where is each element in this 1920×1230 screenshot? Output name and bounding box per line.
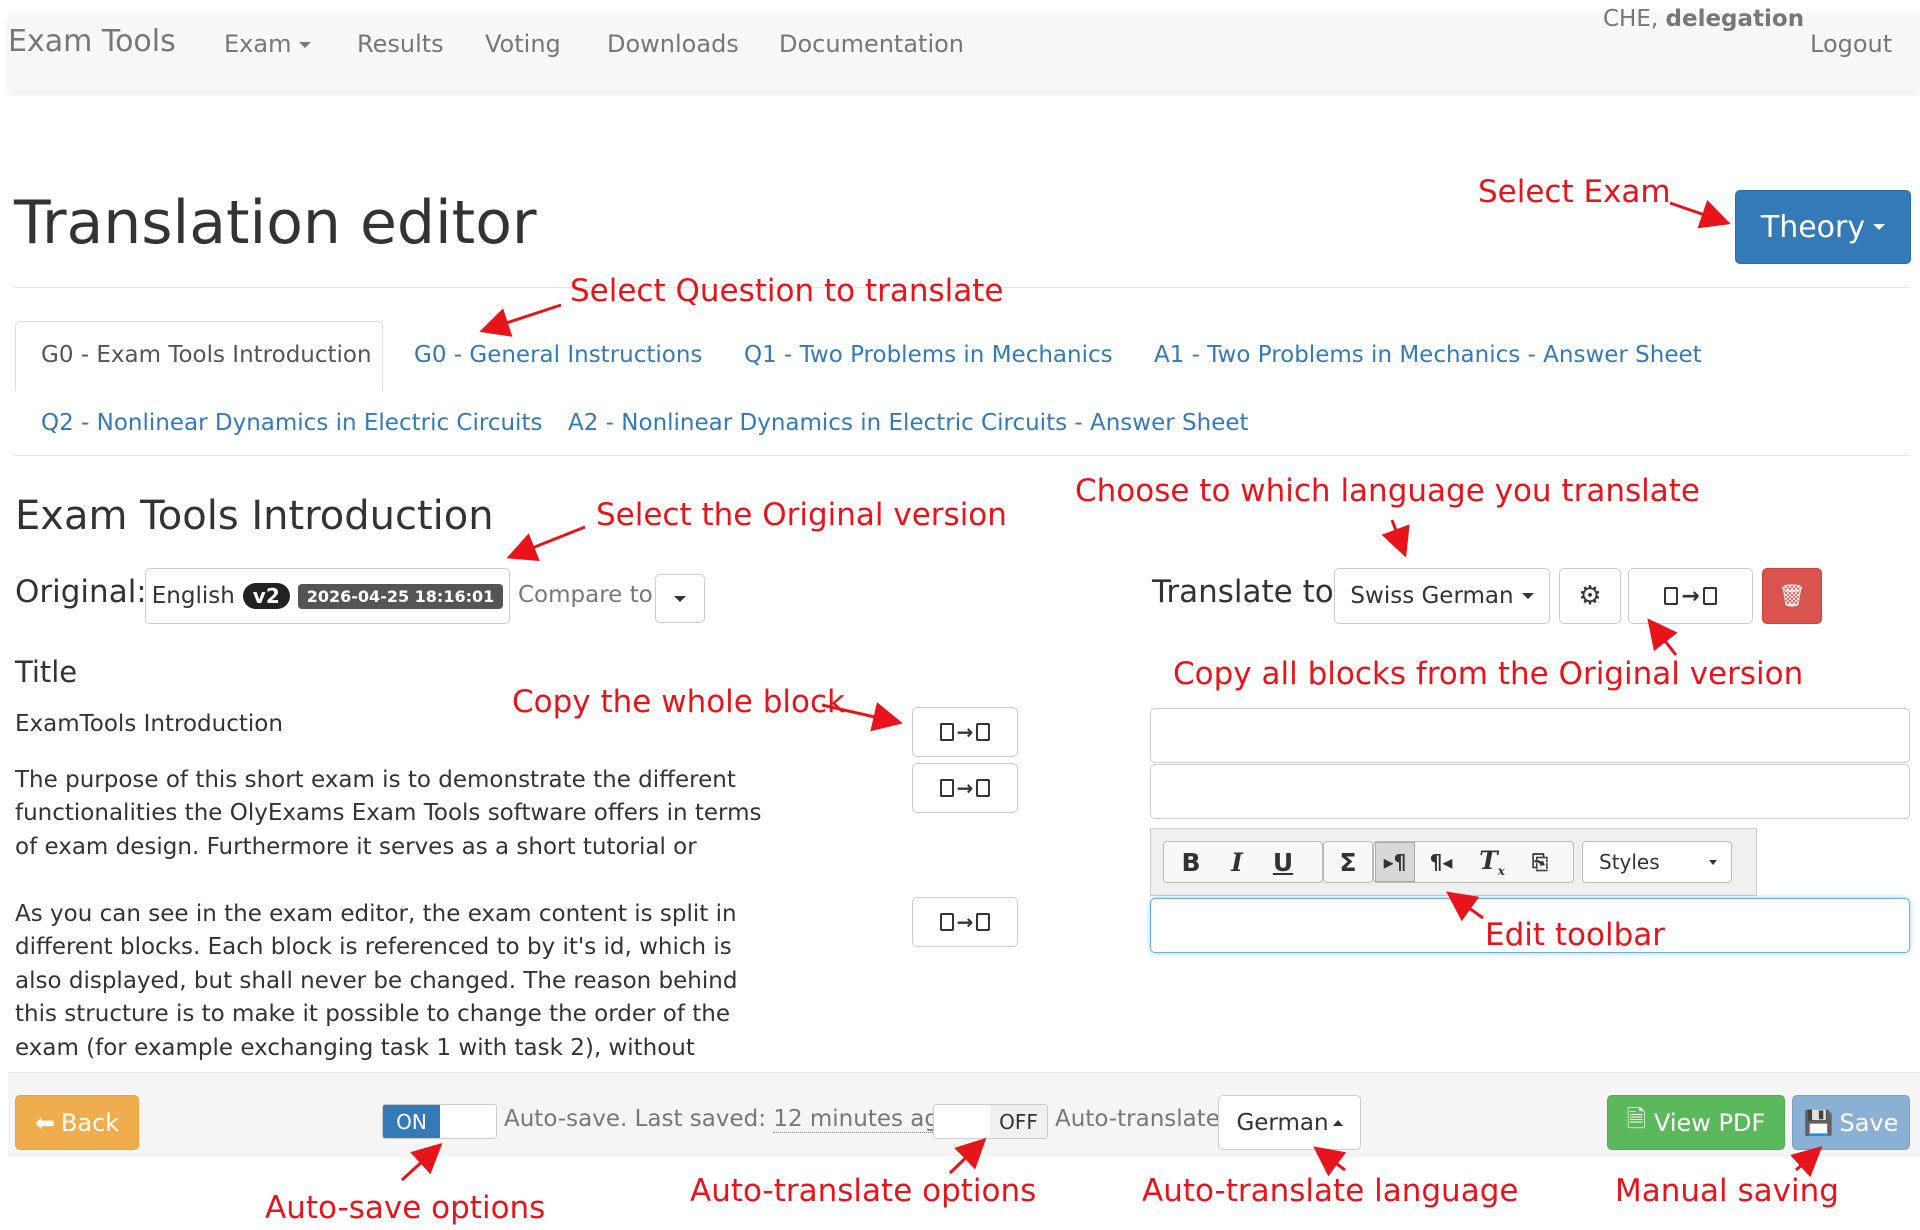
annotation-arrows: [400, 199, 1823, 1182]
